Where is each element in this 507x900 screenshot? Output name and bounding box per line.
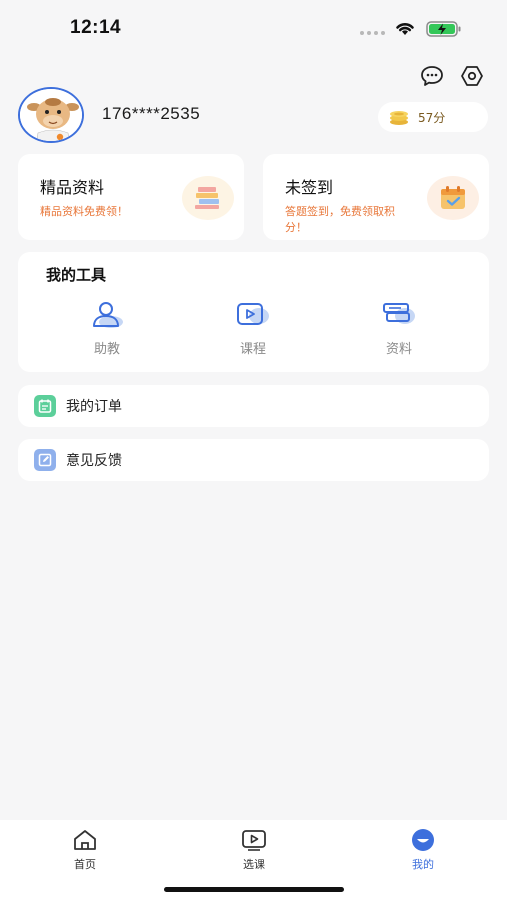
video-icon	[242, 830, 266, 851]
profile-icon	[412, 829, 434, 851]
my-orders-row[interactable]: 我的订单	[18, 385, 489, 427]
coins-icon	[390, 111, 408, 125]
feedback-edit-icon	[34, 449, 56, 471]
tab-course-select[interactable]: 选课	[214, 828, 294, 872]
premium-materials-card[interactable]: 精品资料 精品资料免费领！	[18, 154, 244, 240]
assistant-icon	[93, 302, 123, 328]
tab-label: 选课	[243, 858, 265, 871]
tab-label: 我的	[412, 858, 434, 871]
card-description: 精品资料免费领！	[40, 205, 128, 218]
order-icon	[34, 395, 56, 417]
materials-icon	[383, 303, 415, 324]
check-in-card[interactable]: 未签到 答题签到，免费领取积分！	[263, 154, 489, 240]
home-icon	[74, 830, 96, 850]
points-badge[interactable]: 57分	[378, 102, 488, 132]
tool-materials[interactable]: 资料	[364, 300, 434, 357]
user-phone: 176****2535	[102, 104, 201, 123]
tab-home[interactable]: 首页	[45, 828, 125, 872]
section-title: 我的工具	[46, 266, 107, 284]
feedback-row[interactable]: 意见反馈	[18, 439, 489, 481]
my-tools-section: 我的工具 助教 课程 资料	[18, 252, 489, 372]
books-icon	[182, 176, 234, 220]
cellular-signal-icon	[360, 31, 385, 35]
row-label: 意见反馈	[66, 453, 122, 469]
tab-mine[interactable]: 我的	[383, 828, 463, 872]
tool-assistant[interactable]: 助教	[72, 300, 142, 357]
tool-label: 课程	[239, 342, 266, 357]
status-time: 12:14	[70, 17, 122, 38]
tool-label: 助教	[93, 342, 120, 357]
tool-course[interactable]: 课程	[218, 300, 288, 357]
settings-icon[interactable]	[459, 64, 485, 88]
points-value: 57分	[418, 110, 446, 125]
card-title: 未签到	[285, 178, 334, 197]
tool-label: 资料	[385, 342, 412, 357]
card-title: 精品资料	[40, 178, 105, 197]
status-bar: 12:14	[0, 0, 507, 56]
message-icon[interactable]	[419, 64, 445, 88]
video-course-icon	[237, 303, 269, 325]
avatar[interactable]	[18, 87, 84, 143]
card-description: 答题签到，免费领取积分！	[285, 205, 395, 234]
battery-charging-icon	[426, 21, 461, 37]
row-label: 我的订单	[66, 399, 122, 415]
calendar-check-icon	[427, 176, 479, 220]
wifi-icon	[396, 23, 414, 35]
tab-label: 首页	[74, 858, 96, 871]
home-indicator	[164, 887, 344, 892]
header-actions	[419, 64, 485, 88]
